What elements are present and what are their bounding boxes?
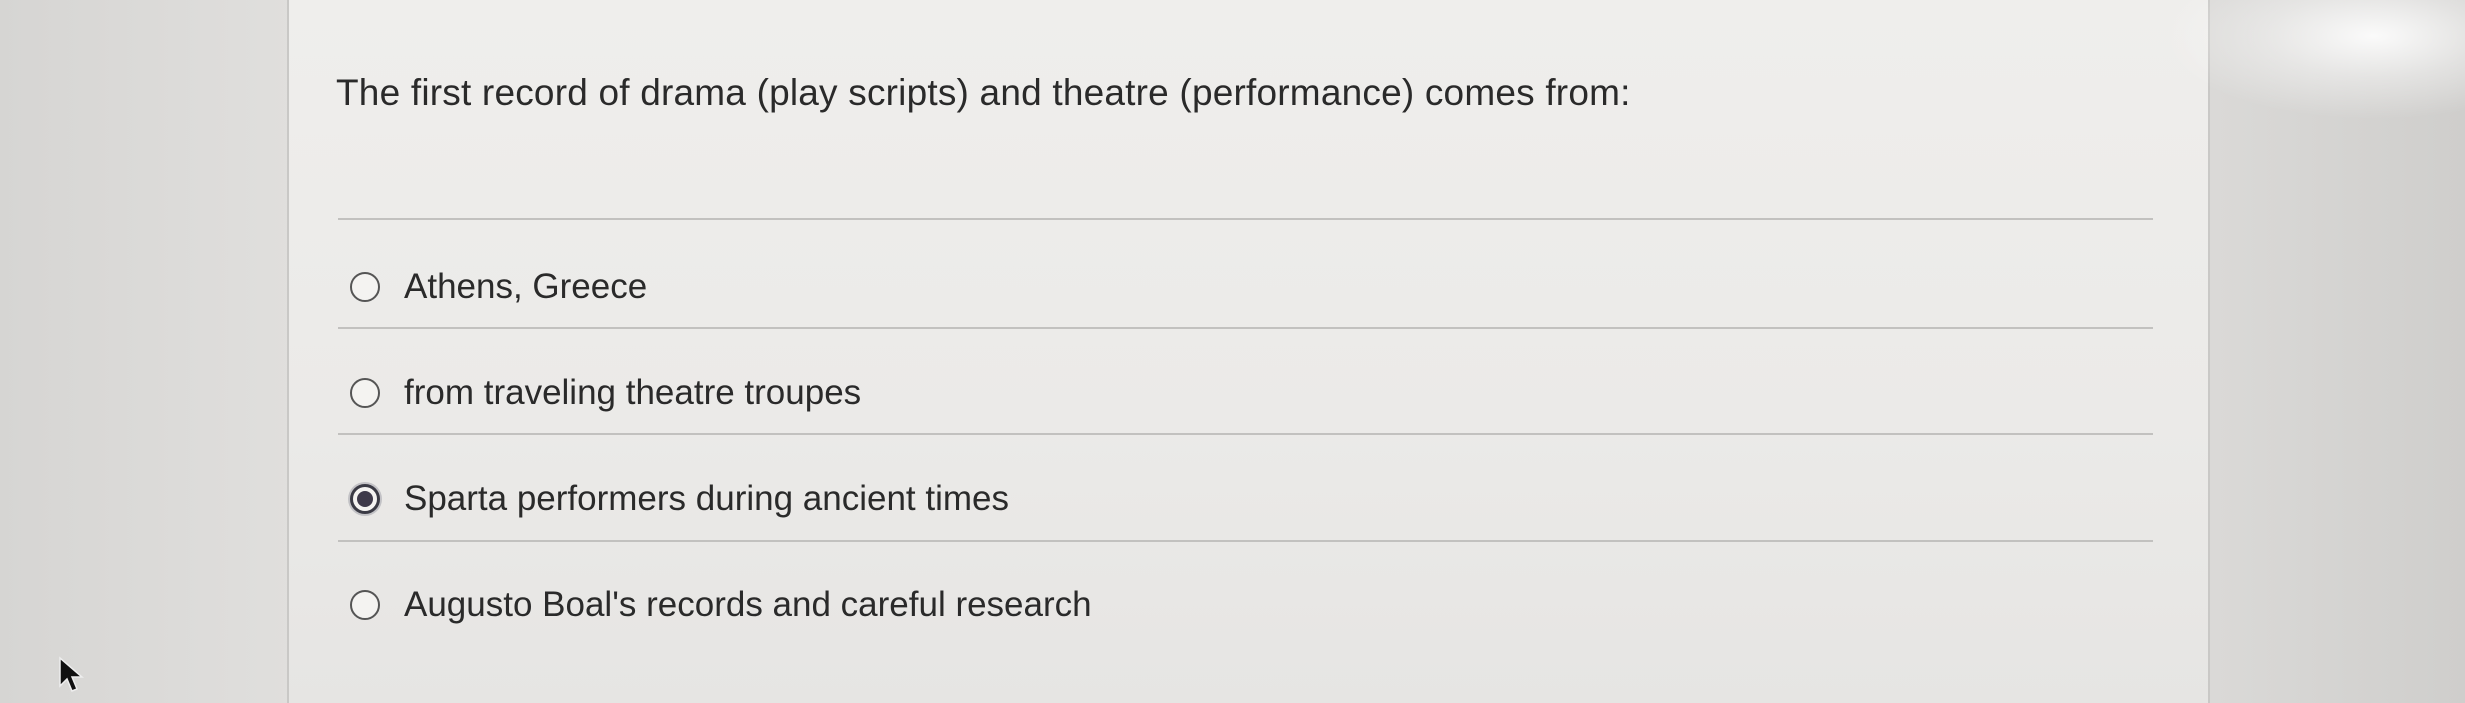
option-traveling-theatre-troupes[interactable]: from traveling theatre troupes bbox=[350, 368, 861, 418]
option-label: from traveling theatre troupes bbox=[404, 373, 862, 412]
option-augusto-boal[interactable]: Augusto Boal's records and careful resea… bbox=[350, 580, 1092, 630]
divider bbox=[338, 433, 2153, 435]
option-label: Athens, Greece bbox=[404, 267, 648, 306]
radio-button-icon[interactable] bbox=[350, 272, 380, 302]
option-label: Sparta performers during ancient times bbox=[404, 479, 1009, 518]
radio-button-icon[interactable] bbox=[350, 590, 380, 620]
radio-dot bbox=[357, 491, 373, 507]
screen: The first record of drama (play scripts)… bbox=[0, 0, 2465, 703]
radio-button-selected-icon[interactable] bbox=[350, 484, 380, 514]
radio-button-icon[interactable] bbox=[350, 378, 380, 408]
option-athens-greece[interactable]: Athens, Greece bbox=[350, 262, 647, 312]
divider bbox=[338, 327, 2153, 329]
option-sparta-performers[interactable]: Sparta performers during ancient times bbox=[350, 474, 1009, 524]
divider bbox=[338, 540, 2153, 542]
question-text: The first record of drama (play scripts)… bbox=[336, 72, 1631, 113]
option-label: Augusto Boal's records and careful resea… bbox=[404, 585, 1092, 624]
divider bbox=[338, 218, 2153, 220]
mouse-pointer-icon bbox=[59, 656, 85, 692]
